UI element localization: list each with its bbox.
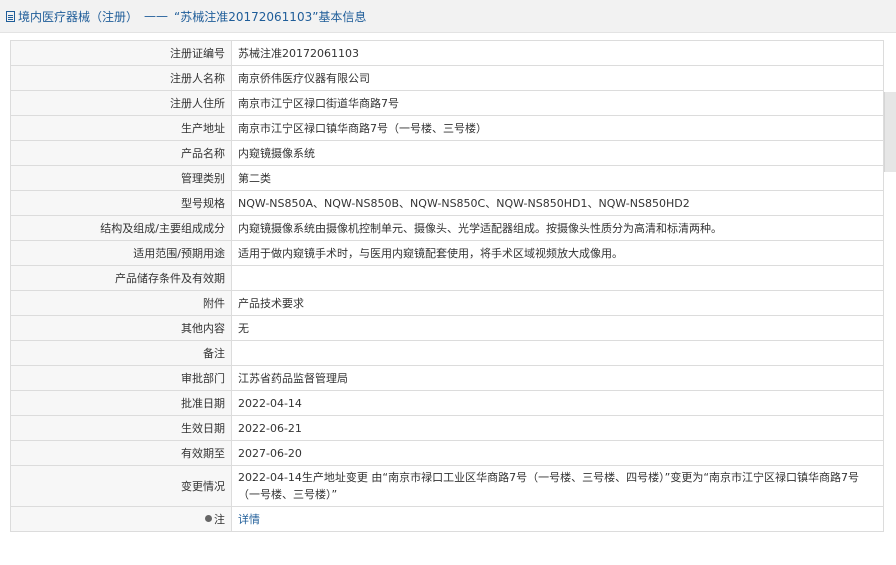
row-value: 2022-04-14	[231, 390, 884, 416]
row-value: NQW-NS850A、NQW-NS850B、NQW-NS850C、NQW-NS8…	[231, 190, 884, 216]
row-label: 生效日期	[10, 415, 232, 441]
note-label: 注	[214, 512, 225, 526]
table-row: 有效期至 2027-06-20	[10, 440, 884, 466]
row-label: 生产地址	[10, 115, 232, 141]
row-label: 审批部门	[10, 365, 232, 391]
table-row-note: 注 详情	[10, 506, 884, 532]
row-label: 附件	[10, 290, 232, 316]
table-row: 管理类别 第二类	[10, 165, 884, 191]
table-row: 注册人住所 南京市江宁区禄口街道华商路7号	[10, 90, 884, 116]
header-category: 境内医疗器械（注册）	[18, 9, 139, 24]
note-value-cell: 详情	[231, 506, 884, 532]
row-value: 内窥镜摄像系统由摄像机控制单元、摄像头、光学适配器组成。按摄像头性质分为高清和标…	[231, 215, 884, 241]
details-link[interactable]: 详情	[238, 513, 260, 526]
row-label: 适用范围/预期用途	[10, 240, 232, 266]
table-row: 型号规格 NQW-NS850A、NQW-NS850B、NQW-NS850C、NQ…	[10, 190, 884, 216]
header-separator: ——	[144, 9, 169, 23]
info-table-container: 注册证编号 苏械注准20172061103 注册人名称 南京侨伟医疗仪器有限公司…	[10, 40, 884, 532]
info-table: 注册证编号 苏械注准20172061103 注册人名称 南京侨伟医疗仪器有限公司…	[10, 40, 884, 532]
row-value: 2022-04-14生产地址变更 由“南京市禄口工业区华商路7号（一号楼、三号楼…	[231, 465, 884, 507]
table-row: 生效日期 2022-06-21	[10, 415, 884, 441]
table-row: 其他内容 无	[10, 315, 884, 341]
row-label: 注册人住所	[10, 90, 232, 116]
row-label: 批准日期	[10, 390, 232, 416]
row-label: 备注	[10, 340, 232, 366]
table-row: 审批部门 江苏省药品监督管理局	[10, 365, 884, 391]
row-label: 产品名称	[10, 140, 232, 166]
row-value: 苏械注准20172061103	[231, 40, 884, 66]
header-record-title: “苏械注准20172061103”基本信息	[174, 9, 367, 24]
document-icon	[6, 10, 15, 22]
table-row: 注册人名称 南京侨伟医疗仪器有限公司	[10, 65, 884, 91]
row-value: 南京市江宁区禄口镇华商路7号（一号楼、三号楼）	[231, 115, 884, 141]
table-row: 产品名称 内窥镜摄像系统	[10, 140, 884, 166]
page-header: 境内医疗器械（注册） —— “苏械注准20172061103”基本信息	[0, 0, 896, 33]
row-value	[231, 265, 884, 291]
note-label-cell: 注	[10, 506, 232, 532]
row-value: 2022-06-21	[231, 415, 884, 441]
row-value: 内窥镜摄像系统	[231, 140, 884, 166]
pin-icon	[205, 515, 212, 522]
table-row: 注册证编号 苏械注准20172061103	[10, 40, 884, 66]
row-label: 产品储存条件及有效期	[10, 265, 232, 291]
row-label: 其他内容	[10, 315, 232, 341]
table-row: 备注	[10, 340, 884, 366]
row-value: 江苏省药品监督管理局	[231, 365, 884, 391]
row-value: 无	[231, 315, 884, 341]
row-value: 南京市江宁区禄口街道华商路7号	[231, 90, 884, 116]
table-row: 批准日期 2022-04-14	[10, 390, 884, 416]
page: 境内医疗器械（注册） —— “苏械注准20172061103”基本信息 注册证编…	[0, 0, 896, 565]
table-row: 附件 产品技术要求	[10, 290, 884, 316]
row-label: 变更情况	[10, 465, 232, 507]
row-label: 注册证编号	[10, 40, 232, 66]
row-label: 管理类别	[10, 165, 232, 191]
row-value: 第二类	[231, 165, 884, 191]
row-value	[231, 340, 884, 366]
row-value: 南京侨伟医疗仪器有限公司	[231, 65, 884, 91]
row-label: 结构及组成/主要组成成分	[10, 215, 232, 241]
table-row: 产品储存条件及有效期	[10, 265, 884, 291]
table-row: 生产地址 南京市江宁区禄口镇华商路7号（一号楼、三号楼）	[10, 115, 884, 141]
table-row: 适用范围/预期用途 适用于做内窥镜手术时，与医用内窥镜配套使用，将手术区域视频放…	[10, 240, 884, 266]
row-label: 有效期至	[10, 440, 232, 466]
row-value: 适用于做内窥镜手术时，与医用内窥镜配套使用，将手术区域视频放大成像用。	[231, 240, 884, 266]
row-label: 注册人名称	[10, 65, 232, 91]
row-value: 产品技术要求	[231, 290, 884, 316]
scrollbar[interactable]	[884, 92, 896, 172]
row-label: 型号规格	[10, 190, 232, 216]
table-row: 结构及组成/主要组成成分 内窥镜摄像系统由摄像机控制单元、摄像头、光学适配器组成…	[10, 215, 884, 241]
table-row: 变更情况 2022-04-14生产地址变更 由“南京市禄口工业区华商路7号（一号…	[10, 465, 884, 507]
row-value: 2027-06-20	[231, 440, 884, 466]
